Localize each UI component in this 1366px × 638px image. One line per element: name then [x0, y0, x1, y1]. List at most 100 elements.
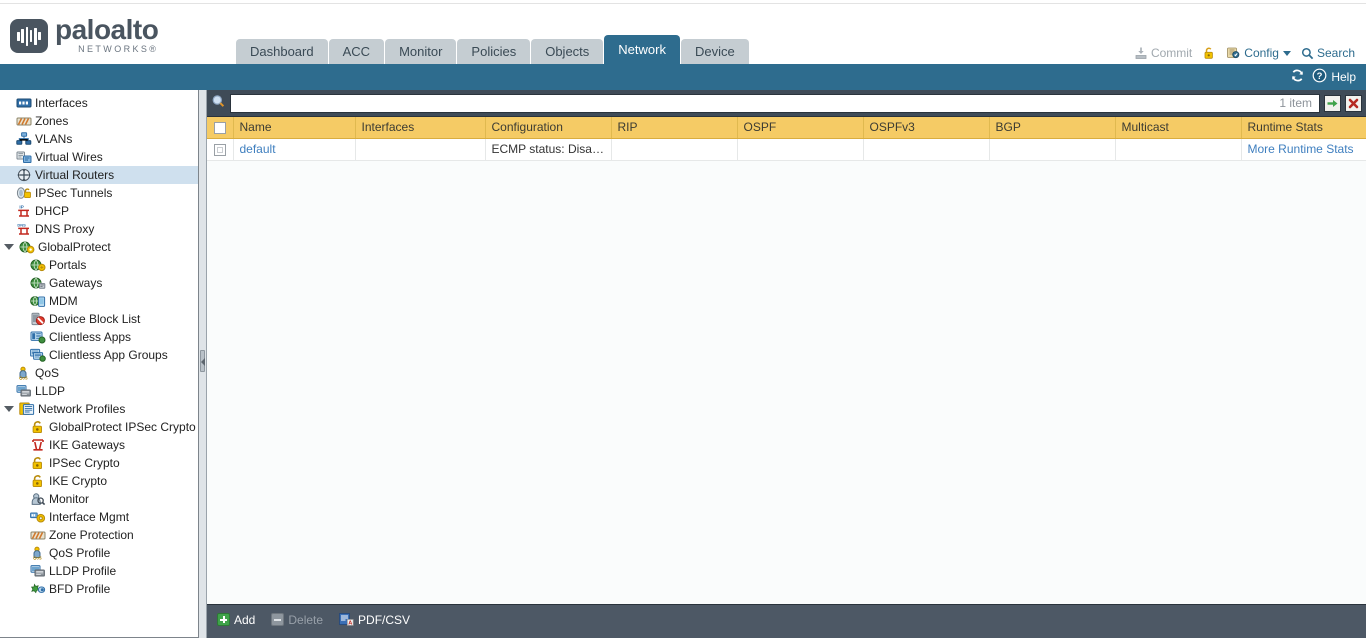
- expand-caret-icon[interactable]: [4, 244, 14, 250]
- footer-strip: [207, 634, 1366, 638]
- sidebar-item-clientless-apps[interactable]: Clientless Apps: [0, 328, 198, 346]
- tab-objects[interactable]: Objects: [531, 39, 604, 64]
- more-runtime-stats-link[interactable]: More Runtime Stats: [1248, 142, 1354, 156]
- col-header-rip[interactable]: RIP: [611, 117, 738, 139]
- zones-icon: [16, 117, 32, 126]
- utility-blue-bar: ? Help: [0, 64, 1366, 90]
- sidebar-item-lldp-profile[interactable]: LLDP Profile: [0, 562, 198, 580]
- help-button[interactable]: ? Help: [1312, 68, 1356, 86]
- tab-policies[interactable]: Policies: [457, 39, 531, 64]
- sidebar-item-label: Virtual Wires: [35, 150, 103, 164]
- sidebar-item-label: Zone Protection: [49, 528, 134, 542]
- cell-interfaces: [355, 138, 486, 161]
- sidebar-item-qos[interactable]: QoS QoS: [0, 364, 198, 382]
- sidebar-item-dns-proxy[interactable]: DNS DNS Proxy: [0, 220, 198, 238]
- sidebar-item-label: IKE Crypto: [49, 474, 108, 488]
- sidebar-item-qos-profile[interactable]: QoS QoS Profile: [0, 544, 198, 562]
- search-label: Search: [1316, 46, 1355, 60]
- zone-protection-icon: [30, 531, 46, 540]
- sidebar-item-globalprotect-ipsec-crypto[interactable]: GlobalProtect IPSec Crypto: [0, 418, 198, 436]
- padlock-icon: [1202, 46, 1216, 60]
- sidebar-item-dhcp[interactable]: IP DHCP: [0, 202, 198, 220]
- cell-runtime-stats[interactable]: More Runtime Stats: [1241, 138, 1366, 161]
- main-content: 1 item Name Interfaces Configuration RIP…: [207, 90, 1366, 638]
- clientless-apps-icon: [30, 331, 46, 344]
- network-profiles-icon: [19, 402, 35, 415]
- delete-label: Delete: [288, 612, 324, 627]
- lock-button[interactable]: [1199, 46, 1219, 60]
- sidebar-item-portals[interactable]: Portals: [0, 256, 198, 274]
- chevron-down-icon: [1282, 50, 1291, 56]
- tab-device[interactable]: Device: [680, 39, 749, 64]
- sidebar-item-virtual-routers[interactable]: Virtual Routers: [0, 166, 198, 184]
- sidebar-item-interface-mgmt[interactable]: Interface Mgmt: [0, 508, 198, 526]
- select-all-checkbox[interactable]: [213, 122, 226, 135]
- row-select-cell[interactable]: [207, 138, 234, 161]
- pdf-csv-button[interactable]: A PDF/CSV: [339, 613, 410, 627]
- sidebar-item-virtual-wires[interactable]: Virtual Wires: [0, 148, 198, 166]
- filter-search-icon[interactable]: [211, 94, 226, 112]
- tab-acc[interactable]: ACC: [328, 39, 385, 64]
- sidebar-item-label: IPSec Tunnels: [35, 186, 113, 200]
- svg-text:DNS: DNS: [17, 222, 26, 227]
- search-input[interactable]: [235, 95, 1280, 111]
- collapse-arrow-icon[interactable]: [201, 358, 205, 366]
- table-action-toolbar: Add Delete A PDF/CSV: [207, 604, 1366, 634]
- sidebar-item-bfd-profile[interactable]: BFD Profile: [0, 580, 198, 598]
- mdm-icon: [30, 296, 46, 307]
- delete-button[interactable]: Delete: [271, 613, 323, 627]
- filter-input-wrap[interactable]: 1 item: [230, 93, 1320, 113]
- config-menu-button[interactable]: Config: [1223, 46, 1294, 60]
- dhcp-icon: IP: [18, 205, 29, 217]
- sidebar-item-gateways[interactable]: Gateways: [0, 274, 198, 292]
- sidebar-item-label: VLANs: [35, 132, 73, 146]
- sidebar-item-label: IPSec Crypto: [49, 456, 120, 470]
- commit-button[interactable]: Commit: [1131, 46, 1195, 60]
- tab-dashboard[interactable]: Dashboard: [236, 39, 328, 64]
- red-x-icon: [1348, 98, 1359, 108]
- search-button[interactable]: Search: [1298, 46, 1358, 60]
- tab-monitor[interactable]: Monitor: [385, 39, 457, 64]
- tab-network[interactable]: Network: [604, 35, 680, 64]
- sidebar-item-ike-gateways[interactable]: IKE Gateways: [0, 436, 198, 454]
- monitor-profile-icon: [31, 493, 46, 506]
- sidebar-item-ike-crypto[interactable]: IKE Crypto: [0, 472, 198, 490]
- col-header-bgp[interactable]: BGP: [989, 117, 1116, 139]
- sidebar-item-network-profiles[interactable]: Network Profiles: [0, 400, 198, 418]
- row-checkbox[interactable]: [213, 143, 226, 156]
- sidebar-item-ipsec-tunnels[interactable]: IPSec Tunnels: [0, 184, 198, 202]
- cell-name[interactable]: default: [233, 138, 356, 161]
- virtual-router-name-link[interactable]: default: [240, 142, 276, 156]
- portals-icon: [30, 259, 46, 272]
- sidebar-item-monitor[interactable]: Monitor: [0, 490, 198, 508]
- sidebar-splitter[interactable]: [199, 90, 207, 638]
- add-button[interactable]: Add: [217, 613, 255, 627]
- col-header-ospf[interactable]: OSPF: [737, 117, 864, 139]
- apply-filter-button[interactable]: [1324, 94, 1341, 112]
- sidebar-item-globalprotect[interactable]: GlobalProtect: [0, 238, 198, 256]
- refresh-button[interactable]: [1290, 68, 1305, 86]
- clear-filter-button[interactable]: [1345, 94, 1362, 112]
- table-row[interactable]: default ECMP status: Disabled More Runti…: [207, 138, 1366, 161]
- sidebar-item-label: QoS: [35, 366, 60, 380]
- col-header-runtime-stats[interactable]: Runtime Stats: [1241, 117, 1366, 139]
- sidebar-item-device-block-list[interactable]: Device Block List: [0, 310, 198, 328]
- sidebar-item-mdm[interactable]: MDM: [0, 292, 198, 310]
- select-all-header[interactable]: [207, 117, 234, 139]
- col-header-multicast[interactable]: Multicast: [1115, 117, 1242, 139]
- col-header-name[interactable]: Name: [233, 117, 356, 139]
- col-header-interfaces[interactable]: Interfaces: [355, 117, 486, 139]
- commit-label: Commit: [1150, 46, 1193, 60]
- expand-caret-icon[interactable]: [4, 406, 14, 412]
- sidebar-item-zone-protection[interactable]: Zone Protection: [0, 526, 198, 544]
- sidebar-item-ipsec-crypto[interactable]: IPSec Crypto: [0, 454, 198, 472]
- sidebar-item-zones[interactable]: Zones: [0, 112, 198, 130]
- sidebar-item-interfaces[interactable]: Interfaces: [0, 94, 198, 112]
- sidebar-item-vlans[interactable]: VLANs: [0, 130, 198, 148]
- sidebar-item-label: Network Profiles: [38, 402, 126, 416]
- col-header-configuration[interactable]: Configuration: [485, 117, 612, 139]
- sidebar-item-clientless-app-groups[interactable]: Clientless App Groups: [0, 346, 198, 364]
- col-header-ospfv3[interactable]: OSPFv3: [863, 117, 990, 139]
- lock-icon: [32, 475, 42, 488]
- sidebar-item-lldp[interactable]: LLDP: [0, 382, 198, 400]
